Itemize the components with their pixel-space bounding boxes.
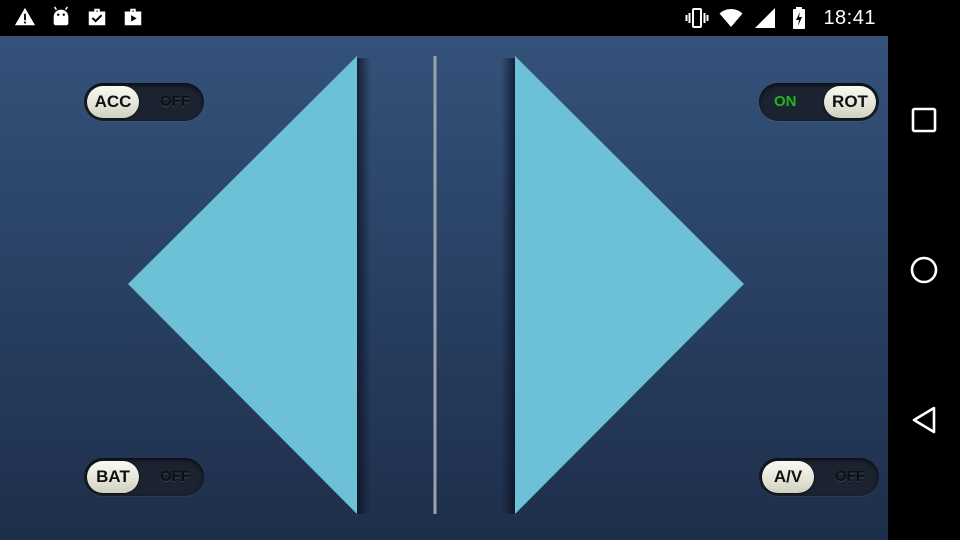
- rot-toggle-knob: ROT: [824, 86, 876, 118]
- left-arrow-button[interactable]: [128, 56, 357, 514]
- back-button[interactable]: [888, 380, 960, 460]
- briefcase-play-icon: [124, 8, 142, 26]
- screen: 18:41 ACC OFF ON ROT BAT OFF A/V OFF: [0, 0, 960, 540]
- rot-toggle[interactable]: ON ROT: [759, 83, 879, 121]
- app-content: ACC OFF ON ROT BAT OFF A/V OFF: [0, 36, 888, 540]
- home-button[interactable]: [888, 230, 960, 310]
- left-arrow-shadow: [357, 58, 371, 514]
- back-triangle-icon: [912, 406, 936, 434]
- rot-toggle-state: ON: [774, 93, 797, 110]
- status-bar: 18:41: [0, 0, 888, 36]
- wifi-icon: [719, 9, 743, 27]
- acc-toggle[interactable]: ACC OFF: [84, 83, 204, 121]
- notification-icons: [14, 6, 144, 28]
- square-icon: [911, 107, 937, 133]
- battery-charging-icon: [793, 7, 806, 29]
- bat-toggle[interactable]: BAT OFF: [84, 458, 204, 496]
- android-icon: [53, 6, 69, 26]
- cell-signal-icon: [755, 8, 776, 28]
- navigation-bar: [888, 0, 960, 540]
- briefcase-check-icon: [88, 8, 106, 26]
- recents-button[interactable]: [888, 80, 960, 160]
- acc-toggle-state: OFF: [160, 93, 190, 110]
- system-icons: 18:41: [685, 6, 876, 30]
- av-toggle-state: OFF: [835, 468, 865, 485]
- bat-toggle-state: OFF: [160, 468, 190, 485]
- right-arrow-button[interactable]: [515, 56, 744, 514]
- av-toggle[interactable]: A/V OFF: [759, 458, 879, 496]
- bat-toggle-knob: BAT: [87, 461, 139, 493]
- clock: 18:41: [823, 6, 876, 29]
- right-arrow-shadow: [501, 58, 515, 514]
- av-toggle-knob: A/V: [762, 461, 814, 493]
- acc-toggle-knob: ACC: [87, 86, 139, 118]
- vibrate-icon: [685, 8, 709, 28]
- circle-icon: [910, 256, 938, 284]
- warning-icon: [14, 7, 36, 26]
